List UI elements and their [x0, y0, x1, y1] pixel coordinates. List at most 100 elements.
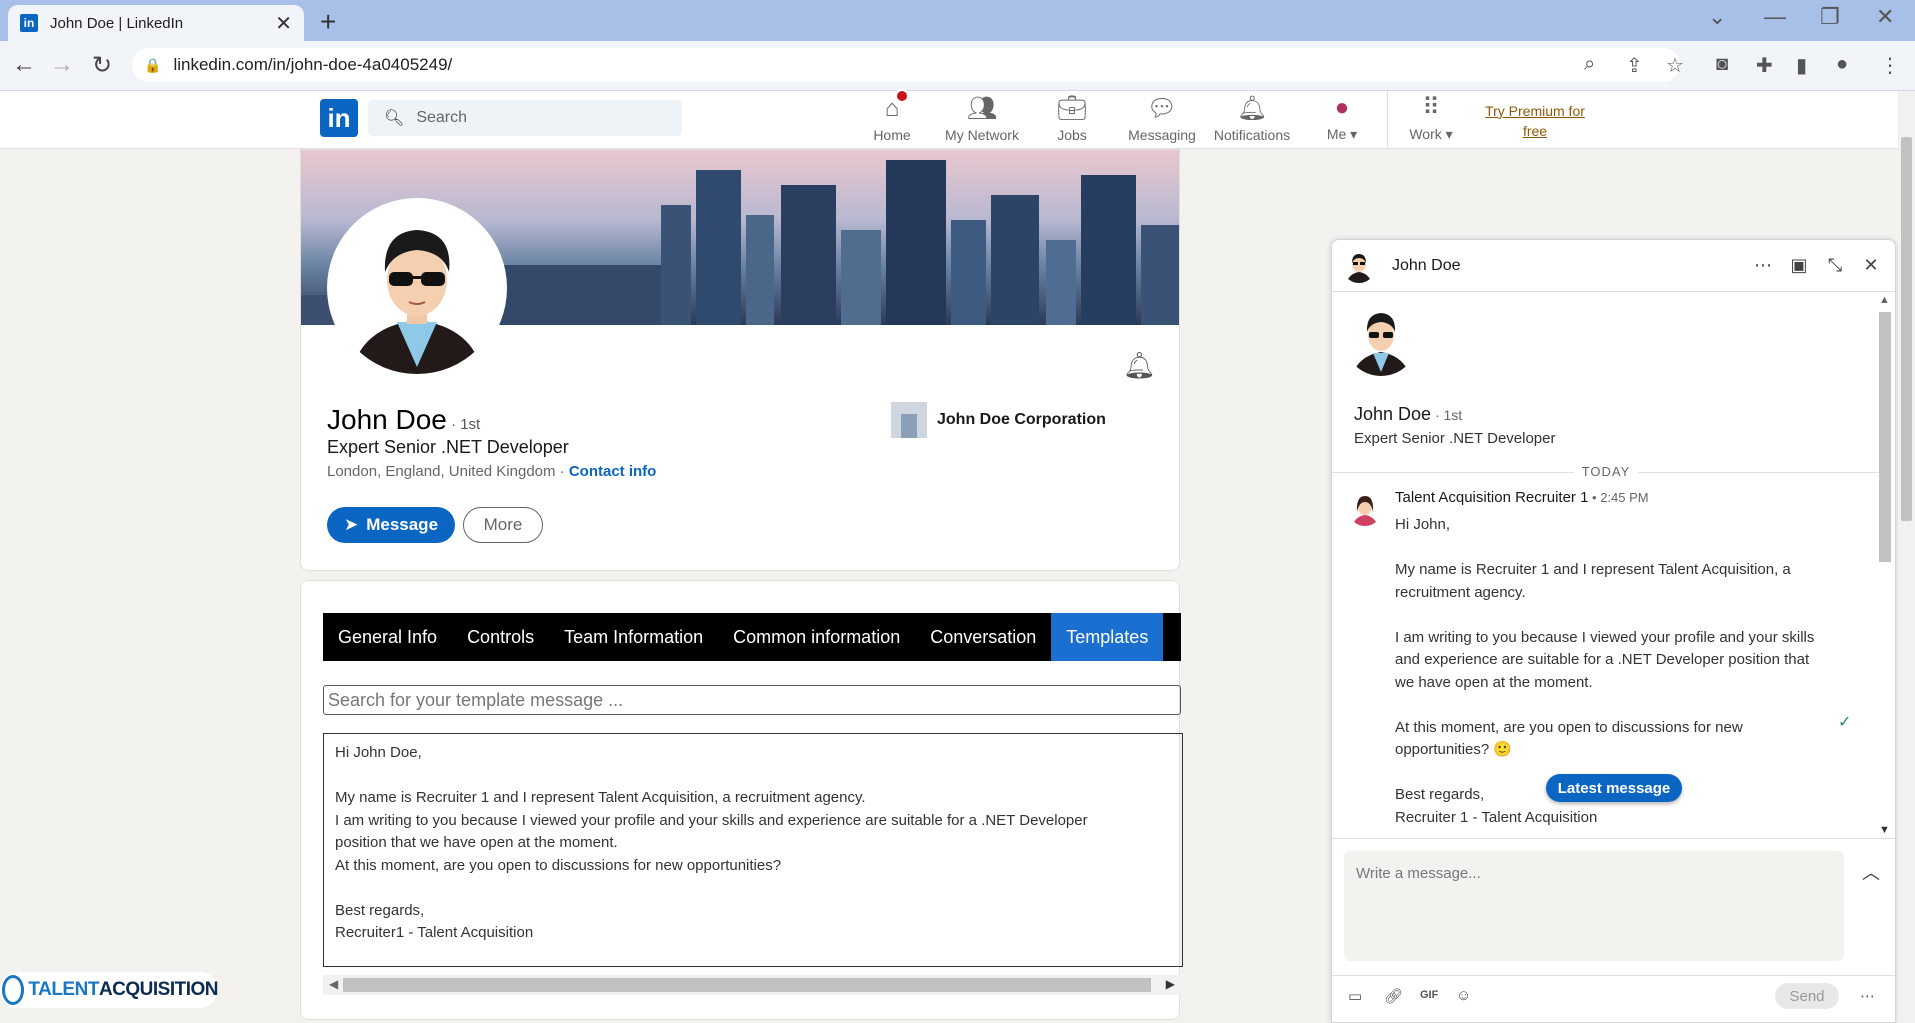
linkedin-header: in 🔍︎ Search ⌂ Home 👥︎ My Network 💼︎ Job… [0, 89, 1898, 149]
nav-my-network-label: My Network [945, 127, 1019, 143]
nav-work-label-wrap: Work ▾ [1409, 126, 1452, 143]
tab-templates[interactable]: Templates [1051, 613, 1164, 661]
avatar-icon: ● [1334, 94, 1350, 121]
nav-messaging-label: Messaging [1128, 127, 1196, 143]
message-input[interactable]: Write a message... [1344, 851, 1844, 961]
extension-tabs: General Info Controls Team Information C… [323, 613, 1181, 661]
nav-my-network[interactable]: 👥︎ My Network [937, 91, 1027, 149]
tab-common-information[interactable]: Common information [718, 613, 915, 661]
scroll-left-icon[interactable]: ◀ [329, 977, 338, 991]
grid-icon: ⠿ [1422, 94, 1440, 121]
tab-general-info[interactable]: General Info [323, 613, 452, 661]
minimize-icon[interactable]: — [1764, 4, 1786, 30]
template-message-textarea[interactable]: Hi John Doe, My name is Recruiter 1 and … [323, 733, 1183, 967]
window-close-icon[interactable]: ✕ [1876, 4, 1894, 30]
chat-header-name[interactable]: John Doe [1392, 257, 1753, 275]
profile-name-line: John Doe · 1st [327, 404, 480, 436]
send-options-icon[interactable]: ⋯ [1860, 987, 1875, 1005]
chat-icon: 💬︎ [1146, 95, 1178, 122]
extension-panel: General Info Controls Team Information C… [300, 580, 1183, 1020]
follow-bell-icon[interactable]: 🔔︎ [1123, 350, 1156, 381]
send-arrow-icon: ➤ [343, 515, 359, 534]
chat-header[interactable]: John Doe ⋯ ▣ ⤡ ✕ [1332, 240, 1895, 292]
nav-home[interactable]: ⌂ Home [847, 89, 937, 149]
message-composer: Write a message... ︿ ▭ 🔗︎ GIF ☺ Send ⋯ [1332, 838, 1895, 1022]
location-pin-chart-icon [2, 975, 25, 1005]
nav-messaging[interactable]: 💬︎ Messaging [1117, 91, 1207, 149]
gif-icon[interactable]: GIF [1420, 989, 1438, 1001]
profile-location-line: London, England, United Kingdom · Contac… [327, 463, 656, 480]
linkedin-logo[interactable]: in [320, 99, 358, 137]
template-search-input[interactable]: Search for your template message ... [323, 685, 1181, 715]
company-logo [891, 402, 927, 438]
chat-profile-avatar[interactable] [1344, 302, 1418, 376]
read-check-icon: ✓ [1838, 714, 1852, 731]
chat-scrollbar-thumb[interactable] [1879, 312, 1891, 562]
contact-info-link[interactable]: Contact info [569, 463, 657, 480]
bookmark-star-icon[interactable]: ☆ [1666, 53, 1684, 78]
message-sender[interactable]: Talent Acquisition Recruiter 1 [1395, 489, 1588, 506]
browser-menu-icon[interactable]: ⋮ [1880, 53, 1900, 78]
chat-header-avatar[interactable] [1342, 248, 1376, 283]
nav-jobs[interactable]: 💼︎ Jobs [1027, 91, 1117, 149]
message-sender-line: Talent Acquisition Recruiter 1 • 2:45 PM [1395, 489, 1649, 506]
profile-photo[interactable] [327, 198, 507, 378]
premium-line-2: free [1522, 123, 1548, 139]
profile-avatar-icon[interactable]: ● [1836, 53, 1848, 76]
forward-icon[interactable]: → [50, 51, 74, 79]
scroll-down-icon[interactable]: ▼ [1879, 824, 1890, 836]
reload-icon[interactable]: ↻ [92, 51, 112, 80]
close-tab-icon[interactable]: ✕ [275, 11, 292, 36]
browser-tab[interactable]: in John Doe | LinkedIn ✕ [8, 5, 304, 41]
chat-profile-headline: Expert Senior .NET Developer [1354, 430, 1556, 447]
expand-composer-icon[interactable]: ︿ [1862, 859, 1880, 885]
scroll-up-icon[interactable]: ▲ [1879, 294, 1890, 306]
tab-search-icon[interactable]: ⌄ [1708, 4, 1726, 30]
camera-extension-icon[interactable]: ◙ [1716, 53, 1728, 76]
message-button[interactable]: ➤ Message [327, 507, 455, 543]
home-icon: ⌂ [885, 89, 910, 123]
extensions-puzzle-icon[interactable]: ✚ [1756, 53, 1773, 78]
horizontal-scrollbar[interactable]: ◀ ▶ [323, 975, 1181, 995]
profile-card: 🔔︎ John Doe · 1st Expert Senior .NET Dev… [300, 149, 1180, 571]
share-icon[interactable]: ⇪ [1626, 53, 1643, 78]
close-chat-icon[interactable]: ✕ [1861, 255, 1881, 276]
nav-notifications[interactable]: 🔔︎ Notifications [1207, 91, 1297, 149]
nav-me[interactable]: ● Me ▾ [1297, 91, 1387, 149]
nav-work[interactable]: ⠿ Work ▾ [1386, 91, 1476, 149]
send-button[interactable]: Send [1775, 983, 1839, 1009]
zoom-icon[interactable]: ⌕ [1584, 53, 1595, 76]
latest-message-button[interactable]: Latest message [1546, 774, 1682, 802]
restore-icon[interactable]: ❐ [1820, 4, 1840, 30]
video-call-icon[interactable]: ▣ [1789, 255, 1809, 276]
back-icon[interactable]: ← [12, 51, 36, 79]
chat-profile-name[interactable]: John Doe [1354, 404, 1431, 424]
attach-image-icon[interactable]: ▭ [1348, 987, 1362, 1005]
side-panel-icon[interactable]: ▮ [1796, 53, 1807, 78]
chat-scrollbar[interactable]: ▲ ▼ [1875, 292, 1893, 838]
tab-controls[interactable]: Controls [452, 613, 549, 661]
emoji-icon[interactable]: ☺ [1456, 987, 1471, 1004]
profile-location: London, England, United Kingdom · [327, 463, 569, 480]
scrollbar-thumb[interactable] [343, 978, 1151, 992]
more-options-icon[interactable]: ⋯ [1753, 255, 1773, 276]
nav-notifications-label: Notifications [1213, 127, 1291, 143]
page-scrollbar[interactable] [1898, 91, 1915, 1023]
tab-team-information[interactable]: Team Information [549, 613, 718, 661]
lock-icon[interactable]: 🔒 [144, 57, 161, 74]
scroll-right-icon[interactable]: ▶ [1166, 977, 1175, 991]
tab-conversation[interactable]: Conversation [915, 613, 1051, 661]
composer-divider [1332, 975, 1895, 976]
new-tab-icon[interactable]: + [320, 6, 336, 38]
sender-avatar[interactable] [1348, 492, 1382, 526]
minimize-chat-icon[interactable]: ⤡ [1825, 255, 1845, 276]
page-scrollbar-thumb[interactable] [1901, 137, 1912, 521]
notification-dot [895, 89, 910, 103]
linkedin-search-input[interactable]: 🔍︎ Search [368, 100, 682, 136]
try-premium-link[interactable]: Try Premium for free [1480, 101, 1590, 141]
url-input[interactable]: 🔒 linkedin.com/in/john-doe-4a0405249/ [132, 48, 1680, 82]
more-button[interactable]: More [463, 507, 543, 543]
attach-file-icon[interactable]: 🔗︎ [1384, 987, 1403, 1005]
chat-messages-area[interactable]: John Doe · 1st Expert Senior .NET Develo… [1332, 292, 1880, 838]
current-company[interactable]: John Doe Corporation [891, 402, 1106, 438]
